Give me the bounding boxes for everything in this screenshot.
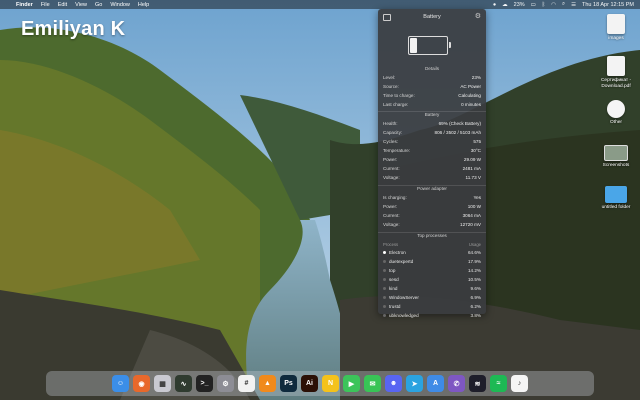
menu-help[interactable]: Help	[138, 2, 149, 8]
activity-monitor-icon[interactable]: ∿	[175, 375, 192, 392]
desktop-icon-label: images	[608, 36, 624, 41]
norton-icon[interactable]: N	[322, 375, 339, 392]
adapter-row: Is charging: Yes	[383, 195, 481, 200]
process-row[interactable]: WindowServer 6.9%	[383, 295, 481, 300]
battery-level-graphic	[408, 36, 451, 55]
viber-icon[interactable]: ✆	[448, 375, 465, 392]
section-title-battery: Battery	[424, 112, 440, 117]
messages-icon[interactable]: ✉	[364, 375, 381, 392]
desktop-icon-pdf[interactable]: Сертификат - Download.pdf	[592, 56, 640, 90]
spotify-icon[interactable]: ≈	[490, 375, 507, 392]
detail-row: Time to charge: Calculating	[383, 93, 481, 98]
section-title-details: Details	[424, 66, 440, 71]
illustrator-icon[interactable]: Ai	[301, 375, 318, 392]
battery-row: Power: 29.09 W	[383, 157, 481, 162]
battery-panel: Battery ⚙ Details Level: 23% Source: AC Po…	[378, 9, 486, 318]
panel-title: Battery	[423, 14, 441, 20]
section-title-adapter: Power adapter	[417, 186, 447, 191]
photoshop-icon[interactable]: Ps	[280, 375, 297, 392]
process-dot-icon	[383, 260, 386, 263]
music-icon[interactable]: ♪	[511, 375, 528, 392]
process-row[interactable]: sesd 10.5%	[383, 277, 481, 282]
battery-row: Cycles: 575	[383, 139, 481, 144]
desktop-wallpaper	[0, 0, 640, 400]
process-dot-icon	[383, 314, 386, 317]
screenshot-thumbnail-icon	[604, 145, 628, 161]
folder-icon	[605, 186, 627, 203]
watermark-text: Emiliyan K	[21, 18, 126, 40]
system-settings-icon[interactable]: ⚙	[217, 375, 234, 392]
discord-icon[interactable]: ☻	[385, 375, 402, 392]
facetime-icon[interactable]: ▶	[343, 375, 360, 392]
pdf-file-icon	[607, 56, 625, 76]
detail-row: Level: 23%	[383, 75, 481, 80]
battery-row: Voltage: 11.73 V	[383, 175, 481, 180]
battery-row: Temperature: 30°C	[383, 148, 481, 153]
menubar-datetime[interactable]: Thu 18 Apr 12:15 PM	[582, 2, 634, 8]
desktop-icon-label: untitled folder	[601, 205, 631, 210]
menu-bar: Finder File Edit View Go Window Help ● ☁…	[0, 0, 640, 9]
process-row[interactable]: trustd 6.2%	[383, 304, 481, 309]
battery-tip	[448, 42, 451, 48]
process-row[interactable]: Electron 64.6%	[383, 250, 481, 255]
battery-row: Health: 69% (Check Battery)	[383, 121, 481, 126]
bluetooth-icon[interactable]: ᛒ	[542, 2, 545, 8]
control-center-icon[interactable]: ☰	[571, 2, 576, 8]
gear-icon[interactable]: ⚙	[475, 12, 481, 20]
desktop-icon-label: Сертификат - Download.pdf	[600, 78, 632, 89]
process-row[interactable]: ubknowledged 3.8%	[383, 313, 481, 318]
app-menu-finder[interactable]: Finder	[16, 2, 33, 8]
menubar-extra-icon[interactable]: ●	[493, 2, 496, 8]
wifi-icon[interactable]: ◠	[551, 2, 556, 8]
firefox-icon[interactable]: ◉	[133, 375, 150, 392]
battery-row: Current: 2481 mA	[383, 166, 481, 171]
soundboard-icon[interactable]: ≋	[469, 375, 486, 392]
process-list-header: Process Usage	[383, 242, 481, 247]
launchpad-icon[interactable]: ▦	[154, 375, 171, 392]
process-dot-icon	[383, 269, 386, 272]
menu-file[interactable]: File	[41, 2, 50, 8]
slack-icon[interactable]: #	[238, 375, 255, 392]
vlc-icon[interactable]: ▲	[259, 375, 276, 392]
adapter-row: Power: 100 W	[383, 204, 481, 209]
desktop-icon-other[interactable]: Other	[592, 100, 640, 126]
window-toggle-icon[interactable]	[383, 14, 391, 21]
process-dot-icon	[383, 251, 386, 254]
menubar-extra-icon[interactable]: ☁	[502, 2, 508, 8]
section-title-processes: Top processes	[417, 233, 447, 238]
process-row[interactable]: kind 9.6%	[383, 286, 481, 291]
dock: ☺ ◉ ▦ ∿ >_ ⚙ # ▲ Ps Ai N ▶ ✉ ☻ ➤ A ✆ ≋ ≈ ♪	[46, 371, 594, 396]
process-dot-icon	[383, 305, 386, 308]
battery-level-fill	[410, 38, 417, 53]
process-dot-icon	[383, 287, 386, 290]
desktop-icon-images[interactable]: images	[592, 14, 640, 42]
process-row[interactable]: duetexpertd 17.9%	[383, 259, 481, 264]
menu-view[interactable]: View	[75, 2, 87, 8]
detail-row: Last charge: 0 minutes	[383, 102, 481, 107]
desktop-icon-label: Other	[610, 120, 622, 125]
finder-icon[interactable]: ☺	[112, 375, 129, 392]
process-dot-icon	[383, 278, 386, 281]
generic-file-icon	[607, 100, 625, 118]
desktop-icon-untitled-folder[interactable]: untitled folder	[592, 186, 640, 211]
process-dot-icon	[383, 296, 386, 299]
battery-percent-label[interactable]: 23%	[514, 2, 525, 8]
battery-icon[interactable]: ▭	[531, 2, 536, 8]
panel-header: Battery ⚙	[378, 9, 486, 25]
app-store-icon[interactable]: A	[427, 375, 444, 392]
battery-row: Capacity: 806 / 3502 / 5103 mAh	[383, 130, 481, 135]
terminal-icon[interactable]: >_	[196, 375, 213, 392]
adapter-row: Voltage: 12720 mV	[383, 222, 481, 227]
desktop-icon-screenshots[interactable]: Screenshots	[592, 145, 640, 169]
image-file-icon	[607, 14, 625, 34]
menu-go[interactable]: Go	[95, 2, 102, 8]
menu-window[interactable]: Window	[110, 2, 130, 8]
process-row[interactable]: top 14.2%	[383, 268, 481, 273]
detail-row: Source: AC Power	[383, 84, 481, 89]
desktop-icon-label: Screenshots	[602, 163, 630, 168]
search-icon[interactable]: ⌕	[562, 1, 565, 8]
telegram-icon[interactable]: ➤	[406, 375, 423, 392]
adapter-row: Current: 3064 mA	[383, 213, 481, 218]
menu-edit[interactable]: Edit	[58, 2, 67, 8]
